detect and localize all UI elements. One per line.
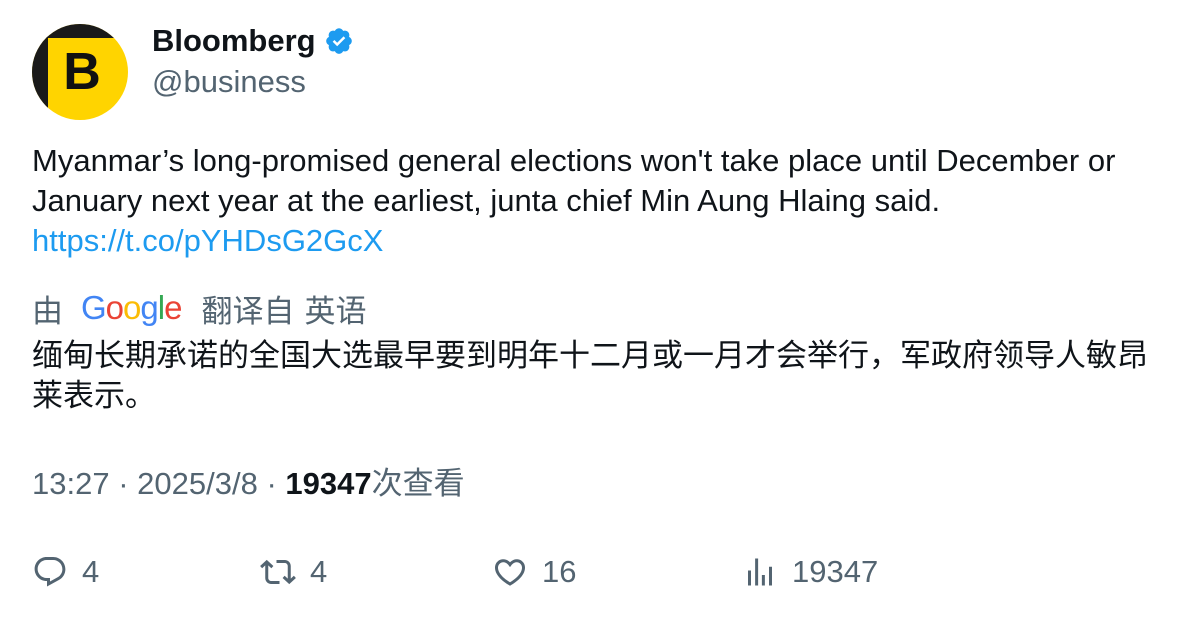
retweet-count: 4: [310, 554, 328, 589]
like-count: 16: [542, 554, 577, 589]
analytics-icon: [748, 558, 772, 586]
views-action-count: 19347: [792, 554, 879, 589]
author-display-name[interactable]: Bloomberg: [152, 22, 354, 60]
heart-icon: [494, 559, 526, 586]
tweet-body: Myanmar’s long-promised general election…: [32, 143, 1116, 218]
retweet-button[interactable]: 4: [260, 550, 327, 594]
translated-by-label: 由: [32, 293, 63, 329]
verified-badge-icon[interactable]: [324, 26, 354, 56]
tweet-actions: 4 4 16 19347: [32, 550, 1172, 594]
google-letter-e: e: [164, 289, 182, 326]
translation-attribution: 由 Google 翻译自 英语: [32, 286, 366, 330]
views-count: 19347: [285, 466, 372, 501]
retweet-icon: [260, 559, 296, 585]
like-button[interactable]: 16: [492, 550, 576, 594]
avatar-logo-letter: B: [63, 43, 101, 101]
author-name-text[interactable]: Bloomberg: [152, 22, 316, 60]
views-button[interactable]: 19347: [742, 550, 878, 594]
meta-separator: ·: [118, 466, 129, 501]
tweet-date[interactable]: 2025/3/8: [137, 466, 258, 501]
reply-button[interactable]: 4: [32, 550, 99, 594]
avatar-accent-top: [32, 24, 128, 38]
meta-separator-2: ·: [266, 466, 277, 501]
source-language: 英语: [304, 293, 367, 329]
google-letter-g2: g: [140, 289, 158, 326]
reply-count: 4: [82, 554, 100, 589]
tweet-text: Myanmar’s long-promised general election…: [32, 141, 1172, 261]
avatar-accent-left: [32, 24, 48, 120]
google-logo[interactable]: Google: [81, 289, 182, 327]
google-letter-o2: o: [123, 289, 141, 326]
author-handle[interactable]: @business: [152, 63, 306, 101]
translated-from-label: 翻译自: [201, 293, 295, 329]
translated-tweet-text: 缅甸长期承诺的全国大选最早要到明年十二月或一月才会举行，军政府领导人敏昂莱表示。: [32, 338, 1148, 414]
reply-icon: [34, 557, 66, 587]
tweet-meta: 13:27 · 2025/3/8 · 19347次查看: [32, 464, 465, 504]
tweet-time[interactable]: 13:27: [32, 466, 110, 501]
google-letter-o1: o: [105, 289, 124, 326]
tweet-link[interactable]: https://t.co/pYHDsG2GcX: [32, 221, 1172, 261]
views-label: 次查看: [371, 466, 465, 501]
google-letter-g: G: [81, 289, 107, 326]
avatar[interactable]: B: [32, 24, 128, 120]
